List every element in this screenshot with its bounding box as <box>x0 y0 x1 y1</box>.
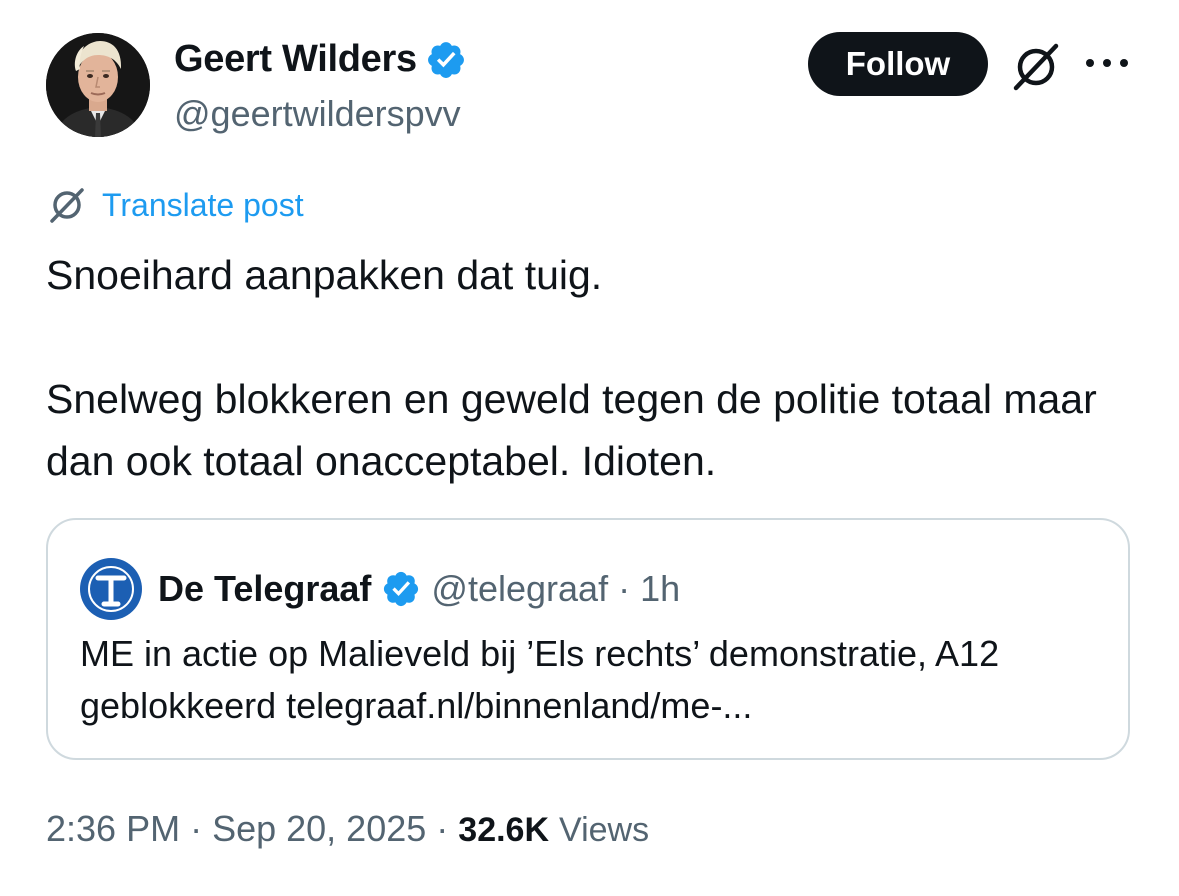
views-label: Views <box>559 811 650 849</box>
meta-separator: · <box>436 808 449 849</box>
post-time[interactable]: 2:36 PM <box>46 808 180 850</box>
quoted-post-card[interactable]: De Telegraaf @telegraaf · 1h ME in actie… <box>46 518 1130 760</box>
author-name[interactable]: Geert Wilders <box>174 38 417 81</box>
verified-badge-icon[interactable] <box>425 39 467 81</box>
quoted-author-name[interactable]: De Telegraaf <box>158 568 371 610</box>
translate-icon <box>50 188 84 223</box>
views-count: 32.6K <box>458 811 550 849</box>
post-text: Snoeihard aanpakken dat tuig. Snelweg bl… <box>46 244 1156 492</box>
quoted-separator: · <box>618 568 631 609</box>
author-handle[interactable]: @geertwilderspvv <box>174 93 461 135</box>
more-icon[interactable] <box>1082 50 1132 76</box>
quoted-author-handle[interactable]: @telegraaf <box>431 568 608 610</box>
quoted-post-text: ME in actie op Malieveld bij ’Els rechts… <box>80 633 1000 726</box>
author-name-row: Geert Wilders <box>174 38 467 81</box>
post-text-spacer <box>46 306 1156 368</box>
quoted-post-header: De Telegraaf @telegraaf · 1h <box>80 558 680 620</box>
avatar[interactable] <box>46 33 150 137</box>
avatar-image <box>46 33 150 137</box>
post-text-line-1: Snoeihard aanpakken dat tuig. <box>46 252 603 298</box>
quoted-avatar[interactable] <box>80 558 142 620</box>
post-meta: 2:36 PM · Sep 20, 2025 · 32.6K Views <box>46 808 649 850</box>
grok-icon[interactable] <box>1008 38 1064 94</box>
translate-post-label: Translate post <box>102 186 304 223</box>
follow-button[interactable]: Follow <box>808 32 988 96</box>
quoted-timestamp[interactable]: 1h <box>640 568 680 610</box>
translate-post-link[interactable]: Translate post <box>46 184 304 226</box>
verified-badge-icon[interactable] <box>381 569 421 609</box>
post-text-line-2: Snelweg blokkeren en geweld tegen de pol… <box>46 376 1097 484</box>
post-date[interactable]: Sep 20, 2025 <box>212 808 426 850</box>
meta-separator: · <box>190 808 203 849</box>
